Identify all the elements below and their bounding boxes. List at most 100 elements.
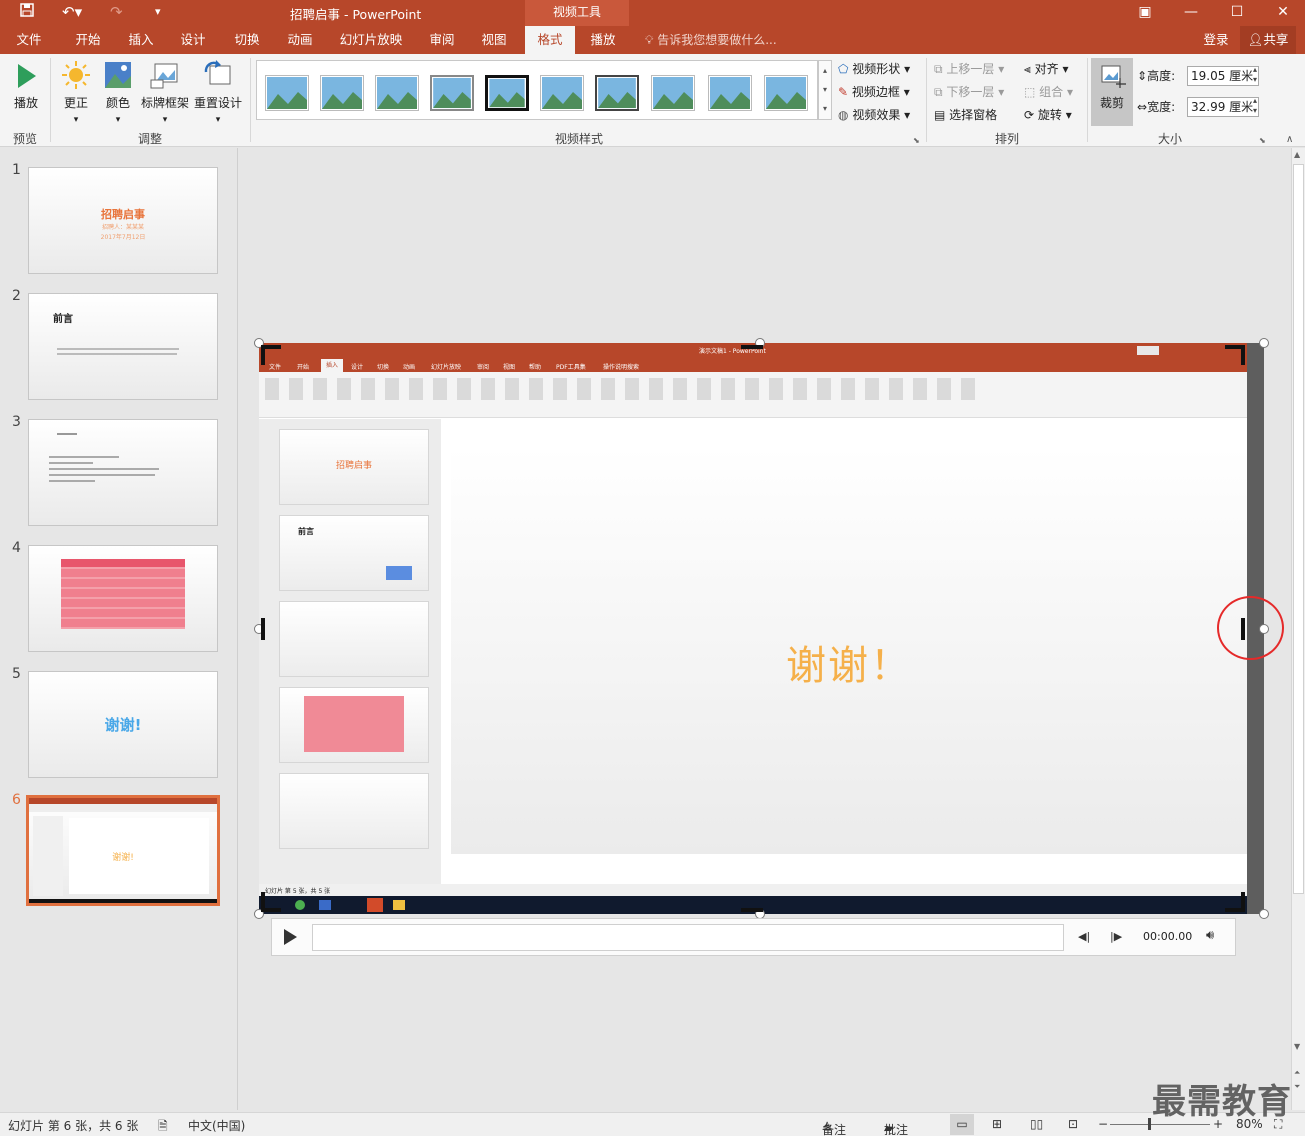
save-icon[interactable] — [20, 3, 34, 21]
tab-view[interactable]: 视图 — [471, 26, 517, 54]
scroll-down-icon[interactable]: ▼ — [1294, 1042, 1300, 1051]
video-effects-button[interactable]: ◍ 视频效果 ▾ — [838, 106, 910, 123]
video-object[interactable]: 演示文稿1 - PowerPoint 文件 开始 插入 设计 切换 动画 幻灯片… — [259, 343, 1264, 914]
slide-thumbnail-1[interactable]: 招聘启事 招聘人：某某某 2017年7月12日 — [28, 167, 218, 274]
annotation-circle — [1217, 596, 1284, 660]
align-button[interactable]: ⫷ 对齐 ▾ — [1024, 60, 1068, 77]
bring-forward-button[interactable]: ⧉ 上移一层 ▾ — [934, 60, 1004, 77]
language[interactable]: 中文(中国) — [188, 1117, 245, 1134]
width-icon: ⇔ — [1137, 100, 1148, 114]
size-dialog-launcher-icon[interactable]: ⬊ — [1259, 136, 1266, 145]
reading-view-icon[interactable]: ▯▯ — [1030, 1117, 1043, 1131]
gallery-scroll[interactable]: ▴ ▾ ▾ — [818, 60, 832, 120]
tab-insert[interactable]: 插入 — [118, 26, 164, 54]
share-button[interactable]: 👤︎共享 — [1240, 26, 1296, 54]
tab-transitions[interactable]: 切换 — [224, 26, 270, 54]
selection-pane-button[interactable]: ▤ 选择窗格 — [934, 106, 997, 123]
redo-icon[interactable]: ↷ — [110, 3, 123, 21]
video-style-3[interactable] — [375, 75, 419, 111]
normal-view-icon[interactable]: ▭ — [950, 1114, 974, 1135]
color-button[interactable]: 颜色 ▾ — [100, 60, 136, 125]
height-input[interactable]: 19.05 厘米 — [1187, 66, 1259, 86]
resize-handle[interactable] — [1259, 909, 1269, 919]
maximize-button[interactable]: ☐ — [1214, 0, 1260, 26]
width-spinner[interactable]: ▴ ▾ — [1253, 96, 1257, 116]
skip-back-icon[interactable]: ◀| — [1078, 930, 1090, 943]
group-label-preview: 预览 — [12, 132, 37, 146]
customize-qat-icon[interactable]: ▾ — [155, 3, 161, 21]
video-style-5[interactable] — [485, 75, 529, 111]
slideshow-view-icon[interactable]: ⊡ — [1068, 1117, 1078, 1131]
crop-handle[interactable] — [741, 908, 763, 912]
resize-handle[interactable] — [1259, 338, 1269, 348]
video-style-10[interactable] — [764, 75, 808, 111]
crop-icon — [1101, 65, 1126, 88]
tab-slideshow[interactable]: 幻灯片放映 — [333, 26, 409, 54]
video-style-9[interactable] — [708, 75, 752, 111]
slide-thumbnail-2[interactable]: 前言 — [28, 293, 218, 400]
login-link[interactable]: 登录 — [1196, 26, 1236, 54]
slide-sorter-icon[interactable]: ⊞ — [992, 1117, 1002, 1131]
send-backward-button[interactable]: ⧉ 下移一层 ▾ — [934, 83, 1004, 100]
poster-frame-button[interactable]: 标牌框架 ▾ — [139, 60, 191, 125]
scroll-up-icon[interactable]: ▲ — [1294, 150, 1300, 159]
width-input[interactable]: 32.99 厘米 — [1187, 97, 1259, 117]
vertical-scrollbar[interactable]: ▲ ▼ ⏶ ⏷ — [1291, 148, 1305, 1110]
tab-file[interactable]: 文件 — [6, 26, 52, 54]
video-player-controls: ◀| |▶ 00:00.00 🔊︎ — [271, 918, 1236, 956]
close-button[interactable]: ✕ — [1260, 0, 1305, 26]
undo-icon[interactable]: ↶▾ — [62, 3, 82, 21]
prev-slide-icon[interactable]: ⏶ — [1294, 1068, 1300, 1078]
zoom-slider[interactable] — [1110, 1124, 1210, 1125]
video-shape-button[interactable]: ⬠ 视频形状 ▾ — [838, 60, 910, 77]
crop-handle[interactable] — [741, 345, 763, 349]
tab-design[interactable]: 设计 — [170, 26, 216, 54]
video-style-7[interactable] — [595, 75, 639, 111]
play-button[interactable]: 播放 — [6, 62, 46, 111]
zoom-slider-thumb[interactable] — [1148, 1118, 1151, 1130]
crop-handle[interactable] — [1225, 345, 1245, 365]
video-border-button[interactable]: ✎ 视频边框 ▾ — [838, 83, 910, 100]
tab-review[interactable]: 审阅 — [419, 26, 465, 54]
dialog-launcher-icon[interactable]: ⬊ — [913, 136, 920, 145]
width-label: ⇔宽度: — [1137, 100, 1176, 114]
crop-handle[interactable] — [1225, 892, 1245, 912]
spellcheck-icon[interactable]: 🗎︎ — [158, 1117, 168, 1136]
crop-handle[interactable] — [261, 892, 281, 912]
ribbon-display-icon[interactable]: ▣ — [1122, 0, 1168, 26]
zoom-out-icon[interactable]: − — [1098, 1117, 1108, 1131]
collapse-ribbon-icon[interactable]: ∧ — [1286, 134, 1293, 145]
tab-format[interactable]: 格式 — [525, 26, 575, 54]
crop-handle[interactable] — [261, 618, 265, 640]
seek-bar[interactable] — [312, 924, 1064, 951]
scroll-thumb[interactable] — [1293, 164, 1304, 894]
slide-thumbnail-pane: 1 招聘启事 招聘人：某某某 2017年7月12日 2 前言 3 4 5 谢谢!… — [0, 148, 238, 1110]
video-style-6[interactable] — [540, 75, 584, 111]
play-icon[interactable] — [282, 928, 298, 949]
group-button[interactable]: ⬚ 组合 ▾ — [1024, 83, 1073, 100]
slide-thumbnail-4[interactable] — [28, 545, 218, 652]
crop-button[interactable]: 裁剪 — [1091, 58, 1133, 126]
video-style-8[interactable] — [651, 75, 695, 111]
reset-icon — [204, 60, 231, 85]
tab-animations[interactable]: 动画 — [277, 26, 323, 54]
skip-forward-icon[interactable]: |▶ — [1110, 930, 1122, 943]
next-slide-icon[interactable]: ⏷ — [1294, 1082, 1300, 1092]
volume-icon[interactable]: 🔊︎ — [1206, 928, 1214, 943]
slide-thumbnail-3[interactable] — [28, 419, 218, 526]
minimize-button[interactable]: — — [1168, 0, 1214, 26]
slide-thumbnail-6[interactable]: 谢谢! — [26, 795, 220, 906]
video-style-2[interactable] — [320, 75, 364, 111]
tab-home[interactable]: 开始 — [64, 26, 112, 54]
crop-handle[interactable] — [261, 345, 281, 365]
rotate-button[interactable]: ⟳ 旋转 ▾ — [1024, 106, 1072, 123]
tell-me-search[interactable]: 💡︎ 告诉我您想要做什么... — [645, 26, 777, 54]
video-style-1[interactable] — [265, 75, 309, 111]
slide-thumbnail-5[interactable]: 谢谢! — [28, 671, 218, 778]
video-style-4[interactable] — [430, 75, 474, 111]
height-spinner[interactable]: ▴ ▾ — [1253, 65, 1257, 85]
reset-design-button[interactable]: 重置设计 ▾ — [193, 60, 243, 125]
poster-frame-icon — [150, 63, 178, 89]
tab-playback[interactable]: 播放 — [580, 26, 626, 54]
corrections-button[interactable]: 更正 ▾ — [58, 60, 94, 125]
